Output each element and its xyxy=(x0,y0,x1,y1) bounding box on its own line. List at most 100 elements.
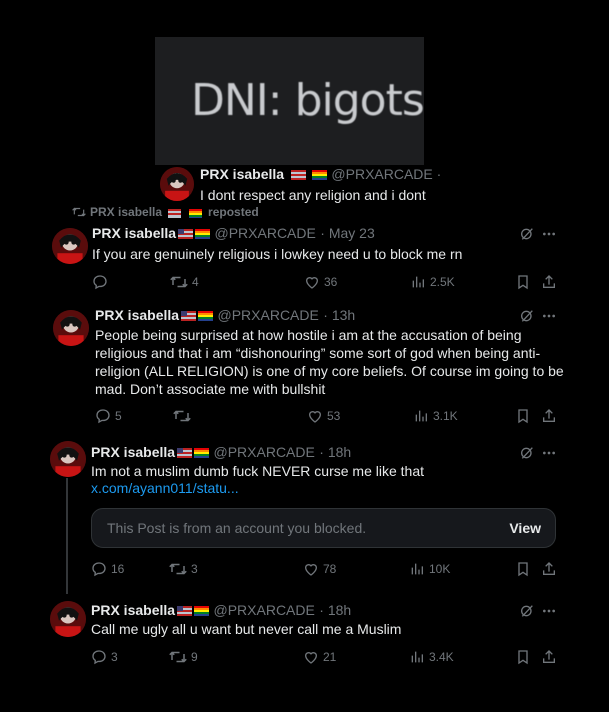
views-icon xyxy=(409,649,425,665)
reply-button[interactable]: 3 xyxy=(91,649,118,665)
blocked-post-card: This Post is from an account you blocked… xyxy=(91,508,556,548)
reply-count: 5 xyxy=(115,409,122,423)
display-name[interactable]: PRX isabella xyxy=(91,602,175,618)
reply-button[interactable]: 5 xyxy=(95,408,122,424)
retweet-count: 4 xyxy=(192,275,199,289)
flag-icon xyxy=(177,445,193,458)
grok-icon[interactable] xyxy=(519,445,535,461)
tweet-text-line: religious and that i am “dishonouring” s… xyxy=(95,345,541,361)
share-icon[interactable] xyxy=(541,274,557,290)
display-name[interactable]: PRX isabella xyxy=(92,225,176,241)
quoted-preview-text: I dont respect any religion and i dont xyxy=(200,187,426,203)
tweet-text-line: religion (ALL RELIGION) is one of my cor… xyxy=(95,363,564,379)
like-count: 21 xyxy=(323,650,337,664)
avatar[interactable] xyxy=(50,441,86,477)
timestamp[interactable]: · 18h xyxy=(319,602,351,618)
quoted-preview-header: PRX isabella @PRXARCADE · xyxy=(200,166,441,184)
like-button[interactable]: 36 xyxy=(304,274,337,290)
rainbow-flag-icon xyxy=(311,167,327,180)
retweet-icon xyxy=(72,206,86,218)
tweet-header: PRX isabella @PRXARCADE · 18h xyxy=(91,602,351,620)
views-count: 10K xyxy=(429,562,451,576)
more-icon[interactable] xyxy=(541,308,557,324)
like-count: 78 xyxy=(323,562,337,576)
repost-label: reposted xyxy=(208,205,259,219)
reply-count: 16 xyxy=(111,562,125,576)
avatar[interactable] xyxy=(50,601,86,637)
flag-icon xyxy=(168,207,183,218)
handle[interactable]: @PRXARCADE xyxy=(215,225,316,241)
share-icon[interactable] xyxy=(541,561,557,577)
views-button[interactable]: 10K xyxy=(409,561,450,577)
rainbow-flag-icon xyxy=(198,308,214,321)
grok-icon[interactable] xyxy=(519,603,535,619)
avatar[interactable] xyxy=(53,310,89,346)
avatar[interactable] xyxy=(52,228,88,264)
tweet-text: Call me ugly all u want but never call m… xyxy=(91,621,402,637)
retweet-count: 9 xyxy=(191,650,198,664)
more-icon[interactable] xyxy=(541,445,557,461)
flag-icon xyxy=(181,308,197,321)
flag-icon xyxy=(290,167,306,180)
display-name[interactable]: PRX isabella xyxy=(91,444,175,460)
like-button[interactable]: 53 xyxy=(307,408,340,424)
rainbow-flag-icon xyxy=(194,603,210,616)
retweet-button[interactable]: 9 xyxy=(169,649,198,665)
handle[interactable]: @PRXARCADE xyxy=(218,307,319,323)
tweet-text-line: People being surprised at how hostile i … xyxy=(95,327,522,343)
reply-icon xyxy=(92,274,108,290)
bookmark-icon[interactable] xyxy=(515,274,531,290)
share-icon[interactable] xyxy=(541,649,557,665)
retweet-count: 3 xyxy=(191,562,198,576)
bookmark-icon[interactable] xyxy=(515,649,531,665)
retweet-icon xyxy=(169,649,187,665)
more-icon[interactable] xyxy=(541,603,557,619)
retweet-button[interactable]: 3 xyxy=(169,561,198,577)
timestamp[interactable]: · 13h xyxy=(323,307,355,323)
handle[interactable]: @PRXARCADE xyxy=(214,444,315,460)
like-button[interactable]: 21 xyxy=(303,649,336,665)
share-icon[interactable] xyxy=(541,408,557,424)
views-count: 2.5K xyxy=(430,275,455,289)
like-button[interactable]: 78 xyxy=(303,561,336,577)
repost-user[interactable]: PRX isabella xyxy=(90,205,162,219)
display-name[interactable]: PRX isabella xyxy=(95,307,179,323)
display-name[interactable]: PRX isabella xyxy=(200,166,284,182)
handle[interactable]: @PRXARCADE xyxy=(214,602,315,618)
retweet-icon xyxy=(169,561,187,577)
reply-button[interactable] xyxy=(92,274,112,290)
more-icon[interactable] xyxy=(541,226,557,242)
timestamp[interactable]: · 18h xyxy=(319,444,351,460)
reply-count: 3 xyxy=(111,650,118,664)
bookmark-icon[interactable] xyxy=(515,561,531,577)
banner-text: DNI: bigots. ' xyxy=(191,75,424,126)
tweet-text-line: mad. Don’t associate me with bullshit xyxy=(95,381,326,397)
avatar[interactable] xyxy=(160,167,194,201)
flag-icon xyxy=(178,226,194,239)
tweet-text: People being surprised at how hostile i … xyxy=(95,326,564,398)
reply-button[interactable]: 16 xyxy=(91,561,124,577)
views-button[interactable]: 3.4K xyxy=(409,649,454,665)
views-icon xyxy=(410,274,426,290)
grok-icon[interactable] xyxy=(519,308,535,324)
bookmark-icon[interactable] xyxy=(515,408,531,424)
views-icon xyxy=(409,561,425,577)
tweet-header: PRX isabella @PRXARCADE · 13h xyxy=(95,307,355,325)
blocked-post-text: This Post is from an account you blocked… xyxy=(107,520,367,536)
retweet-button[interactable]: 4 xyxy=(170,274,199,290)
tweet-link[interactable]: x.com/ayann011/statu... xyxy=(91,480,239,496)
tweet-text: If you are genuinely religious i lowkey … xyxy=(92,246,463,262)
timestamp[interactable]: · May 23 xyxy=(320,225,374,241)
grok-icon[interactable] xyxy=(519,226,535,242)
retweet-button[interactable] xyxy=(173,408,195,424)
like-count: 53 xyxy=(327,409,341,423)
views-icon xyxy=(413,408,429,424)
thread-line xyxy=(66,478,68,594)
views-button[interactable]: 3.1K xyxy=(413,408,458,424)
handle: @PRXARCADE · xyxy=(331,166,442,182)
retweet-icon xyxy=(173,408,191,424)
view-button[interactable]: View xyxy=(509,520,541,536)
heart-icon xyxy=(303,561,319,577)
tweet-text: Im not a muslim dumb fuck NEVER curse me… xyxy=(91,463,424,479)
views-button[interactable]: 2.5K xyxy=(410,274,455,290)
